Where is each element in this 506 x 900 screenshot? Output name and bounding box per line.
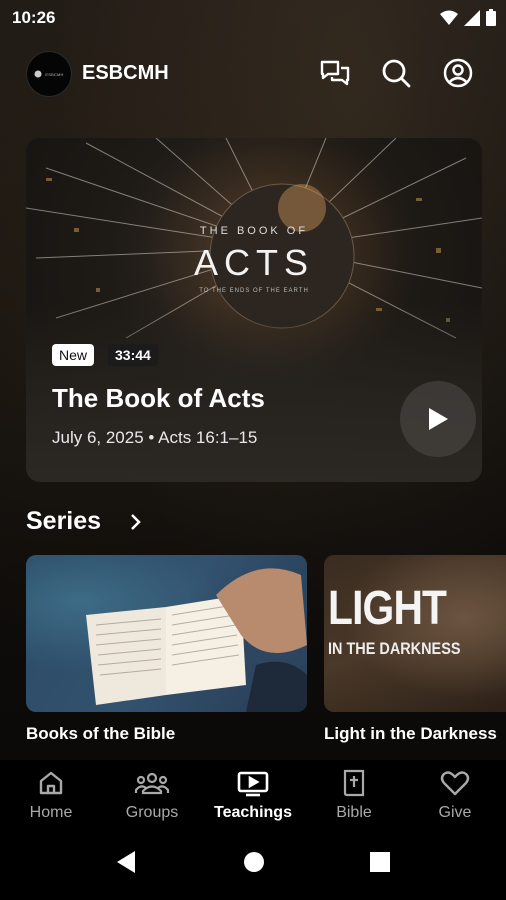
groups-icon	[134, 772, 170, 795]
logo-mark-icon	[34, 70, 42, 78]
home-icon	[39, 771, 63, 795]
status-time: 10:26	[12, 8, 56, 27]
system-navigation-bar	[0, 832, 506, 900]
nav-label: Give	[438, 804, 472, 821]
chat-button[interactable]	[320, 58, 350, 88]
account-button[interactable]	[443, 58, 473, 88]
featured-teaching-card[interactable]: THE BOOK OF ACTS TO THE ENDS OF THE EART…	[26, 138, 482, 482]
hero-art-title: ACTS	[193, 242, 314, 283]
nav-label: Groups	[125, 804, 179, 821]
app-title: ESBCMH	[82, 62, 169, 84]
teaching-title: The Book of Acts	[52, 383, 265, 413]
app-header: ESBCMH ESBCMH	[0, 48, 506, 100]
hero-art-tagline: TO THE ENDS OF THE EARTH	[199, 288, 309, 294]
signal-icon	[464, 9, 480, 26]
back-icon[interactable]	[115, 850, 137, 874]
chevron-right-icon[interactable]	[128, 512, 142, 532]
teaching-meta: July 6, 2025 • Acts 16:1–15	[52, 428, 258, 447]
chat-icon	[320, 60, 350, 86]
play-icon	[429, 408, 448, 430]
duration-badge: 33:44	[108, 344, 158, 366]
battery-icon	[486, 9, 496, 26]
bible-icon	[343, 769, 365, 797]
status-bar: 10:26	[0, 0, 506, 36]
nav-teachings[interactable]: Teachings	[203, 766, 303, 822]
search-icon	[382, 59, 411, 88]
search-button[interactable]	[381, 58, 411, 88]
church-logo[interactable]: ESBCMH	[26, 51, 72, 97]
play-button[interactable]	[400, 381, 476, 457]
nav-groups[interactable]: Groups	[102, 766, 202, 822]
new-badge: New	[52, 344, 95, 366]
teachings-icon	[237, 771, 269, 797]
series-art-subtitle: IN THE DARKNESS	[328, 639, 461, 658]
series-card-books-of-the-bible[interactable]	[26, 555, 307, 712]
nav-label: Bible	[336, 804, 372, 821]
series-art-title: LIGHT	[328, 582, 447, 635]
nav-label: Home	[29, 804, 73, 821]
nav-home[interactable]: Home	[1, 766, 101, 822]
home-circle-icon[interactable]	[243, 850, 265, 874]
account-icon	[443, 58, 473, 88]
nav-give[interactable]: Give	[405, 766, 505, 822]
bible-photo	[86, 568, 307, 712]
nav-label: Teachings	[214, 804, 292, 821]
status-icons	[440, 9, 496, 26]
series-label: Books of the Bible	[26, 724, 176, 743]
bottom-navigation: Home Groups Teachings Bible Give	[0, 760, 506, 832]
series-card-light-in-the-darkness[interactable]: LIGHT IN THE DARKNESS	[324, 555, 506, 712]
heart-icon	[440, 771, 470, 796]
series-label: Light in the Darkness	[324, 724, 497, 743]
hero-art-subtitle: THE BOOK OF	[199, 225, 309, 237]
logo-text: ESBCMH	[45, 71, 64, 77]
wifi-icon	[440, 10, 458, 25]
recents-icon[interactable]	[369, 850, 391, 874]
nav-bible[interactable]: Bible	[304, 766, 404, 822]
series-heading[interactable]: Series	[26, 507, 101, 536]
